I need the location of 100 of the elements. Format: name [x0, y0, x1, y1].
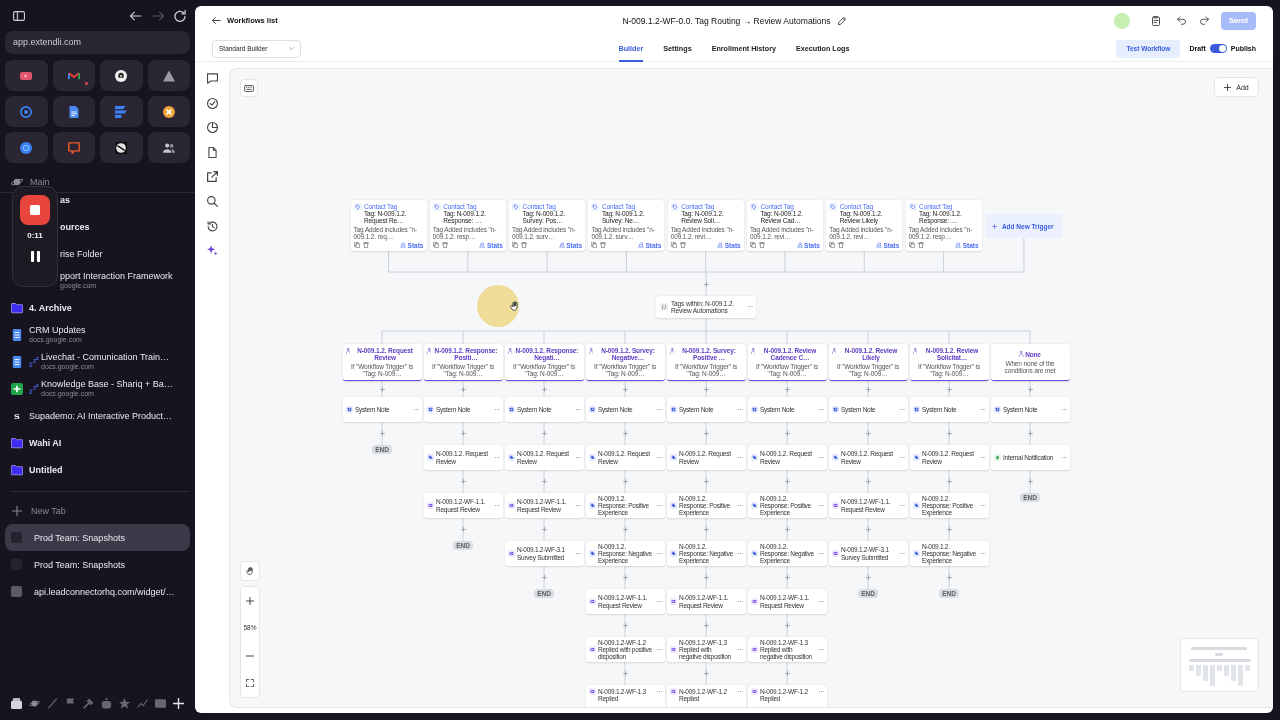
add-step-icon[interactable]	[865, 527, 871, 532]
add-step-icon[interactable]	[703, 671, 709, 676]
add-step-icon[interactable]	[703, 527, 709, 532]
add-step-icon[interactable]	[622, 431, 628, 436]
add-step-icon[interactable]	[946, 431, 952, 436]
search-icon[interactable]	[206, 195, 218, 207]
pie-chart-icon[interactable]	[206, 122, 218, 134]
browser-tab[interactable]: Prod Team: Snapshots	[5, 551, 190, 578]
add-step-icon[interactable]	[622, 623, 628, 628]
sidebar-item[interactable]: ources	[57, 213, 190, 240]
add-step-icon[interactable]	[541, 575, 547, 580]
edit-icon[interactable]	[837, 16, 846, 25]
add-step-icon[interactable]	[1027, 431, 1033, 436]
more-icon[interactable]	[818, 600, 824, 603]
pause-icon[interactable]	[30, 251, 40, 262]
sidebar-toggle-icon[interactable]	[13, 10, 25, 22]
publish-toggle[interactable]	[1209, 44, 1227, 53]
more-icon[interactable]	[575, 504, 581, 507]
add-step-icon[interactable]	[865, 479, 871, 484]
add-step-icon[interactable]	[622, 671, 628, 676]
slash-icon[interactable]	[46, 697, 58, 709]
add-step-icon[interactable]	[622, 575, 628, 580]
more-icon[interactable]	[899, 504, 905, 507]
add-step-icon[interactable]	[946, 527, 952, 532]
add-step-icon[interactable]	[541, 527, 547, 532]
add-step-icon[interactable]	[784, 386, 790, 392]
new-tab-button[interactable]: New Tab	[5, 497, 190, 524]
add-step-icon[interactable]	[784, 575, 790, 580]
more-icon[interactable]	[980, 552, 986, 555]
more-icon[interactable]	[737, 600, 743, 603]
stop-recording-button[interactable]	[20, 195, 50, 225]
external-link-icon[interactable]	[206, 171, 218, 183]
box-icon[interactable]	[10, 697, 22, 709]
more-icon[interactable]	[1061, 408, 1067, 411]
add-step-icon[interactable]	[865, 386, 871, 392]
add-step-icon[interactable]	[541, 479, 547, 484]
copy-icon[interactable]	[750, 242, 756, 248]
add-step-icon[interactable]	[784, 479, 790, 484]
add-step-icon[interactable]	[460, 479, 466, 484]
trash-icon[interactable]	[838, 242, 845, 248]
copy-icon[interactable]	[670, 242, 677, 248]
add-step-icon[interactable]	[460, 386, 466, 392]
sidebar-item[interactable]: Wahi AI	[5, 429, 190, 456]
add-step-icon[interactable]	[784, 527, 790, 532]
add-step-icon[interactable]	[460, 527, 466, 532]
add-step-icon[interactable]	[946, 575, 952, 580]
more-icon[interactable]	[737, 456, 743, 459]
pinned-tab[interactable]	[100, 60, 143, 91]
trash-icon[interactable]	[441, 242, 448, 248]
add-step-icon[interactable]	[1027, 386, 1033, 392]
trend-icon[interactable]	[137, 697, 149, 709]
sidebar-item[interactable]: 4. Archive	[5, 294, 190, 321]
more-icon[interactable]	[656, 504, 662, 507]
add-step-icon[interactable]	[784, 431, 790, 436]
add-step-icon[interactable]	[460, 431, 466, 436]
more-icon[interactable]	[818, 552, 824, 555]
plus-icon[interactable]	[173, 697, 185, 709]
pinned-tab[interactable]	[147, 132, 190, 163]
add-step-icon[interactable]	[541, 431, 547, 436]
add-step-icon[interactable]	[784, 671, 790, 676]
keyboard-button[interactable]	[240, 79, 258, 97]
browser-tab[interactable]: Prod Team: Snapshots	[5, 524, 190, 551]
trash-icon[interactable]	[679, 242, 686, 248]
add-step-icon[interactable]	[946, 386, 952, 392]
add-step-icon[interactable]	[622, 527, 628, 532]
check-circle-icon[interactable]	[206, 97, 218, 109]
more-icon[interactable]	[575, 408, 581, 411]
more-icon[interactable]	[818, 504, 824, 507]
more-icon[interactable]	[899, 552, 905, 555]
pinned-tab[interactable]	[100, 132, 143, 163]
chat-icon[interactable]	[206, 73, 218, 84]
more-icon[interactable]	[575, 552, 581, 555]
add-step-icon[interactable]	[865, 575, 871, 580]
copy-icon[interactable]	[908, 242, 915, 248]
tools-icon[interactable]	[82, 697, 94, 709]
add-step-icon[interactable]	[946, 479, 952, 484]
document-icon[interactable]	[206, 146, 218, 158]
more-icon[interactable]	[1061, 456, 1067, 459]
add-step-icon[interactable]	[865, 431, 871, 436]
more-icon[interactable]	[980, 504, 986, 507]
add-step-icon[interactable]	[703, 281, 709, 287]
more-icon[interactable]	[494, 456, 500, 459]
copy-icon[interactable]	[512, 242, 519, 248]
more-icon[interactable]	[737, 552, 743, 555]
redo-icon[interactable]	[1200, 16, 1209, 25]
more-icon[interactable]	[656, 600, 662, 603]
more-icon[interactable]	[980, 408, 986, 411]
copy-icon[interactable]	[432, 242, 439, 248]
more-icon[interactable]	[818, 408, 824, 411]
more-icon[interactable]	[737, 648, 743, 651]
pinned-tab[interactable]	[147, 60, 190, 91]
pinned-tab[interactable]	[52, 96, 95, 127]
copy-icon[interactable]	[829, 242, 836, 248]
more-icon[interactable]	[980, 456, 986, 459]
add-step-icon[interactable]	[541, 386, 547, 392]
more-icon[interactable]	[656, 552, 662, 555]
image-icon[interactable]	[155, 697, 167, 709]
add-step-icon[interactable]	[622, 479, 628, 484]
more-icon[interactable]	[575, 456, 581, 459]
history-icon[interactable]	[206, 220, 218, 232]
